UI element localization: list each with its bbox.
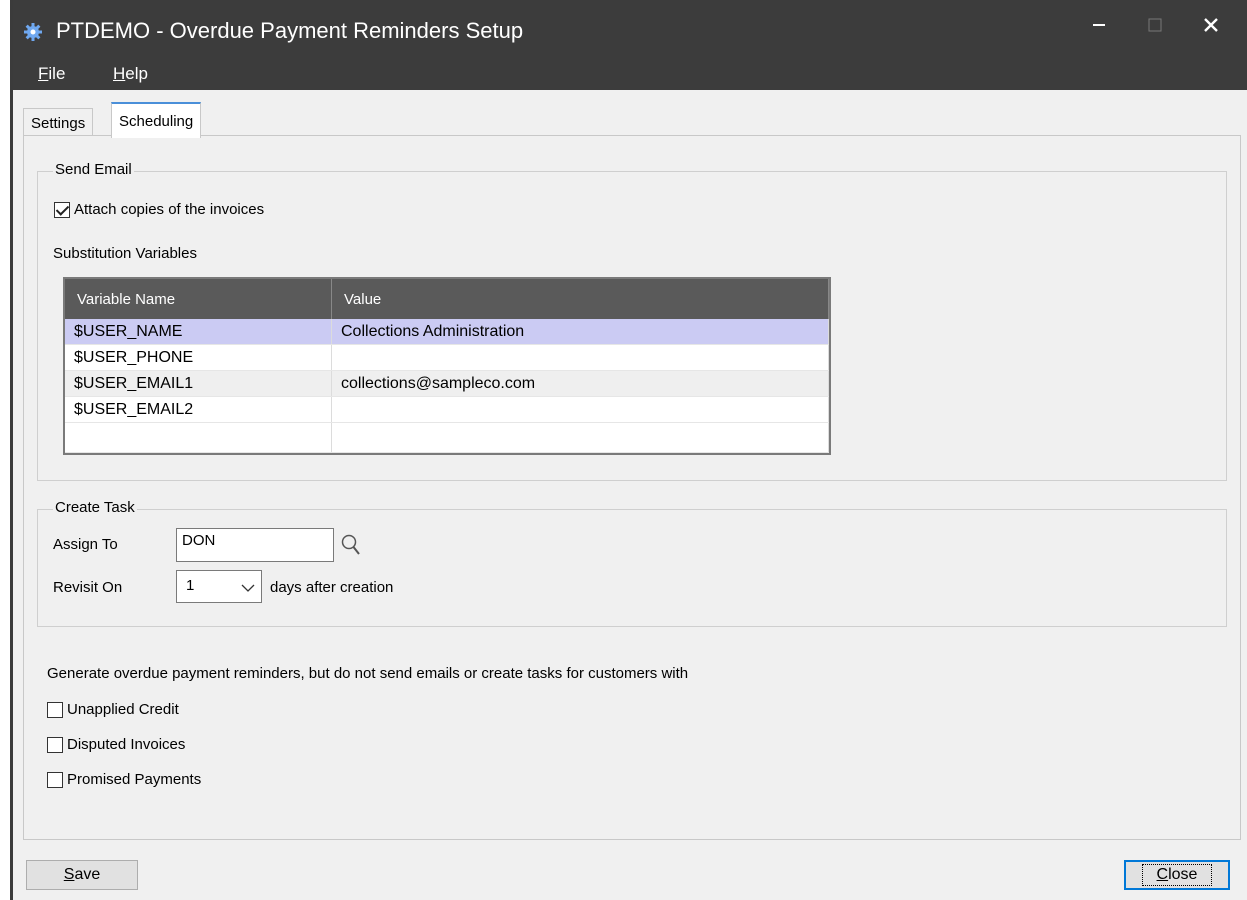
maximize-button[interactable] (1127, 0, 1183, 50)
table-row[interactable] (65, 423, 829, 453)
assign-to-input[interactable]: DON (176, 528, 334, 562)
table-row[interactable]: $USER_PHONE (65, 345, 829, 371)
tab-settings[interactable]: Settings (23, 108, 94, 138)
menu-help[interactable]: Help (113, 64, 148, 84)
app-window: PTDEMO - Overdue Payment Reminders Setup… (10, 0, 1247, 900)
variable-name-cell[interactable]: $USER_EMAIL2 (65, 397, 332, 422)
substitution-variables-grid: Variable Name Value $USER_NAME Collectio… (63, 277, 831, 455)
unapplied-credit-option[interactable]: Unapplied Credit (47, 701, 179, 718)
promised-payments-option[interactable]: Promised Payments (47, 771, 201, 788)
app-gear-icon (23, 22, 43, 42)
promised-payments-checkbox[interactable] (47, 771, 63, 788)
menu-file-label: ile (48, 64, 66, 83)
close-button[interactable]: Close (1124, 860, 1230, 890)
disputed-invoices-label: Disputed Invoices (67, 736, 186, 753)
column-header-variable-name[interactable]: Variable Name (65, 279, 332, 319)
save-button-mnemonic: S (63, 866, 75, 883)
revisit-on-label: Revisit On (53, 579, 123, 596)
substitution-variables-label: Substitution Variables (53, 245, 197, 262)
table-row[interactable]: $USER_EMAIL2 (65, 397, 829, 423)
menu-help-label: elp (125, 64, 148, 83)
minimize-icon (1093, 24, 1105, 26)
create-task-group-title: Create Task (53, 499, 137, 516)
variable-name-cell[interactable] (65, 423, 332, 452)
promised-payments-label: Promised Payments (67, 771, 202, 788)
variable-name-cell[interactable]: $USER_EMAIL1 (65, 371, 332, 396)
search-icon[interactable] (340, 533, 362, 562)
menu-bar: File Help (13, 60, 1247, 90)
variable-value-cell[interactable]: collections@sampleco.com (332, 371, 829, 396)
variable-name-cell[interactable]: $USER_NAME (65, 319, 332, 344)
create-task-group: Create Task (37, 499, 1227, 627)
attach-invoices-label: Attach copies of the invoices (74, 201, 265, 218)
variable-value-cell[interactable]: Collections Administration (332, 319, 829, 344)
window-title: PTDEMO - Overdue Payment Reminders Setup (56, 18, 524, 43)
menu-file-mnemonic: F (38, 64, 49, 83)
save-button[interactable]: Save (26, 860, 138, 890)
close-button-label: lose (1168, 866, 1198, 883)
close-icon (1204, 18, 1218, 32)
send-email-group-title: Send Email (53, 161, 134, 178)
disputed-invoices-option[interactable]: Disputed Invoices (47, 736, 185, 753)
save-button-label: ave (74, 866, 101, 883)
assign-to-label: Assign To (53, 536, 118, 553)
revisit-on-select[interactable]: 1 (176, 570, 262, 603)
tab-scheduling-label: Scheduling (119, 113, 194, 130)
tab-scheduling[interactable]: Scheduling (111, 102, 202, 138)
variable-name-cell[interactable]: $USER_PHONE (65, 345, 332, 370)
variable-value-cell[interactable] (332, 345, 829, 370)
title-bar: PTDEMO - Overdue Payment Reminders Setup (13, 0, 1247, 60)
variable-value-cell[interactable] (332, 423, 829, 452)
table-row[interactable]: $USER_EMAIL1 collections@sampleco.com (65, 371, 829, 397)
days-after-creation-label: days after creation (270, 579, 394, 596)
menu-file[interactable]: File (38, 64, 65, 84)
tab-settings-label: Settings (31, 115, 86, 132)
disputed-invoices-checkbox[interactable] (47, 736, 63, 753)
unapplied-credit-checkbox[interactable] (47, 701, 63, 718)
column-header-value[interactable]: Value (332, 279, 829, 319)
minimize-button[interactable] (1071, 0, 1127, 50)
close-button-focus: Close (1141, 864, 1213, 886)
close-button-mnemonic: C (1156, 866, 1169, 883)
revisit-on-value: 1 (186, 577, 195, 594)
table-row[interactable]: $USER_NAME Collections Administration (65, 319, 829, 345)
maximize-icon (1148, 18, 1162, 32)
chevron-down-icon (241, 580, 255, 597)
exclusions-description: Generate overdue payment reminders, but … (47, 665, 689, 682)
assign-to-value: DON (182, 532, 216, 549)
menu-help-mnemonic: H (113, 64, 126, 83)
grid-header: Variable Name Value (65, 279, 829, 319)
unapplied-credit-label: Unapplied Credit (67, 701, 179, 718)
close-window-button[interactable] (1183, 0, 1239, 50)
attach-invoices-option[interactable]: Attach copies of the invoices (54, 201, 264, 218)
attach-invoices-checkbox[interactable] (54, 201, 70, 218)
variable-value-cell[interactable] (332, 397, 829, 422)
